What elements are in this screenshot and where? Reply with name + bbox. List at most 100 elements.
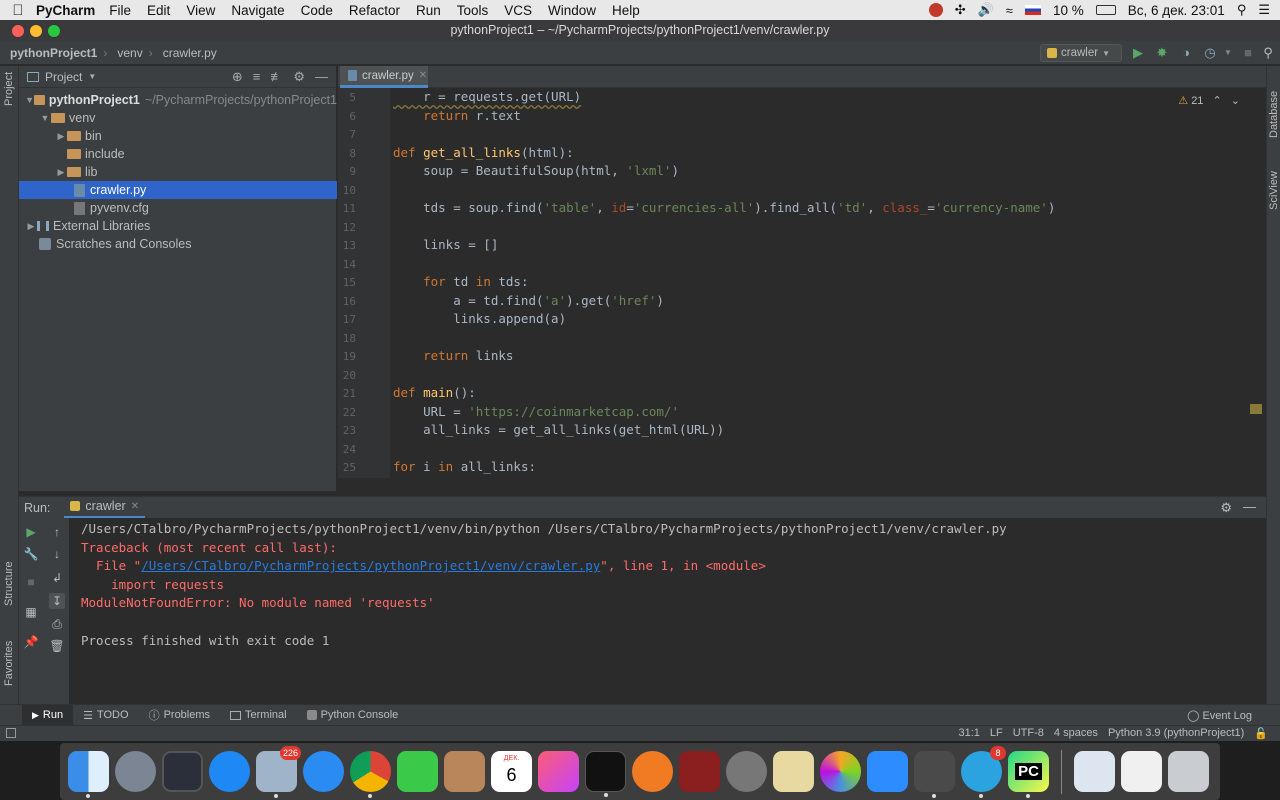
tree-item-scratches[interactable]: Scratches and Consoles xyxy=(19,235,337,253)
downloads-stack-icon[interactable] xyxy=(1121,751,1162,792)
menu-navigate[interactable]: Navigate xyxy=(231,3,284,18)
pycharm-icon[interactable]: PC xyxy=(1008,751,1049,798)
sciview-tool-tab[interactable]: SciView xyxy=(1268,171,1280,210)
facetime-icon[interactable] xyxy=(397,751,438,792)
notification-status-icon[interactable] xyxy=(928,3,943,17)
photo-booth-icon[interactable] xyxy=(679,751,720,792)
menu-code[interactable]: Code xyxy=(301,3,333,18)
editor-scrollbar[interactable] xyxy=(1246,88,1266,478)
run-tab[interactable]: crawler ✕ xyxy=(64,497,146,519)
tree-item-external-libraries[interactable]: ▶ External Libraries xyxy=(19,217,337,235)
window-zoom-button[interactable] xyxy=(48,25,60,37)
app-menu[interactable]: PyCharm xyxy=(36,3,95,18)
tree-item-include[interactable]: include xyxy=(19,145,337,163)
python-interpreter[interactable]: Python 3.9 (pythonProject1) xyxy=(1108,727,1244,740)
contacts-icon[interactable] xyxy=(444,751,485,792)
finder-icon[interactable] xyxy=(68,751,109,798)
close-icon[interactable]: ✕ xyxy=(131,501,139,512)
music-icon[interactable] xyxy=(538,751,579,792)
menu-edit[interactable]: Edit xyxy=(147,3,170,18)
photo-slideshow-icon[interactable] xyxy=(162,751,203,792)
arrow-up-icon[interactable]: ↑ xyxy=(49,524,65,540)
chevron-up-icon[interactable]: ⌃ xyxy=(1213,95,1222,107)
chevron-down-icon[interactable]: ▼ xyxy=(39,113,51,123)
tree-item-pyvenv-cfg[interactable]: pyvenv.cfg xyxy=(19,199,337,217)
trash-icon[interactable] xyxy=(1168,751,1209,792)
notification-center-icon[interactable]: ☰ xyxy=(1258,2,1270,18)
debug-icon[interactable]: ✸ xyxy=(1154,45,1170,61)
calendar-icon[interactable]: ДЕК. 6 xyxy=(491,751,532,792)
apple-menu-icon[interactable]:  xyxy=(0,2,36,19)
code-editor[interactable]: r = requests.get(URL) return r.text def … xyxy=(390,88,1246,478)
menu-file[interactable]: File xyxy=(109,3,131,18)
indent-setting[interactable]: 4 spaces xyxy=(1054,727,1098,740)
tree-item-crawler-py[interactable]: crawler.py xyxy=(19,181,337,199)
input-language-flag-icon[interactable] xyxy=(1024,5,1041,15)
search-everywhere-icon[interactable]: ⚲ xyxy=(1260,45,1276,61)
scroll-to-end-icon[interactable]: ↧ xyxy=(49,593,65,609)
breadcrumb-file[interactable]: crawler.py xyxy=(153,46,223,60)
books-icon[interactable] xyxy=(632,751,673,792)
run-configuration-selector[interactable]: crawler ▼ xyxy=(1040,44,1122,62)
line-separator[interactable]: LF xyxy=(990,727,1003,740)
preview-icon[interactable] xyxy=(773,751,814,792)
wifi-icon[interactable]: ≈ xyxy=(1006,3,1013,18)
safari-icon[interactable] xyxy=(303,751,344,792)
terminal-tool-button[interactable]: Terminal xyxy=(220,705,297,726)
sublime-text-icon[interactable] xyxy=(914,751,955,798)
clock[interactable]: Вс, 6 дек. 23:01 xyxy=(1128,3,1225,18)
menu-tools[interactable]: Tools xyxy=(457,3,489,18)
print-icon[interactable]: ⎙ xyxy=(49,616,65,632)
profile-icon[interactable]: ◷ xyxy=(1202,45,1218,61)
tree-item-project-root[interactable]: ▼ pythonProject1 ~/PycharmProjects/pytho… xyxy=(19,91,337,109)
menu-refactor[interactable]: Refactor xyxy=(349,3,400,18)
locate-file-icon[interactable]: ⊕ xyxy=(232,69,243,85)
problems-tool-button[interactable]: ⓘ Problems xyxy=(139,705,220,726)
pin-icon[interactable]: 📌 xyxy=(23,634,39,650)
run-icon[interactable]: ▶ xyxy=(1130,45,1146,61)
collapse-all-icon[interactable]: ≢ xyxy=(270,69,283,85)
run-tool-button[interactable]: ▶ Run xyxy=(22,704,74,726)
chevron-down-icon[interactable]: ▼ xyxy=(88,72,96,81)
expand-all-icon[interactable]: ≡ xyxy=(253,69,261,85)
stop-icon[interactable]: ■ xyxy=(1240,45,1256,61)
console-file-link[interactable]: /Users/CTalbro/PycharmProjects/pythonPro… xyxy=(141,558,600,573)
telegram-icon[interactable]: 8 xyxy=(961,746,1006,798)
tree-item-lib[interactable]: ▶ lib xyxy=(19,163,337,181)
photos-icon[interactable] xyxy=(820,751,861,792)
terminal-app-icon[interactable] xyxy=(585,751,626,797)
close-icon[interactable]: ✕ xyxy=(419,70,427,81)
trash-icon[interactable]: 🗑 xyxy=(49,638,65,654)
todo-tool-button[interactable]: ☰ TODO xyxy=(73,705,138,726)
lock-icon[interactable]: 🔓 xyxy=(1254,727,1268,740)
python-folder-icon[interactable] xyxy=(1074,751,1115,792)
rerun-icon[interactable]: ▶ xyxy=(23,524,39,540)
more-run-options-icon[interactable]: ▼ xyxy=(1220,45,1236,61)
battery-percent[interactable]: 10 % xyxy=(1053,3,1084,18)
spotlight-search-icon[interactable]: ⚲ xyxy=(1237,2,1247,18)
error-stripe-marker[interactable] xyxy=(1250,404,1262,414)
hide-panel-icon[interactable]: — xyxy=(1243,499,1256,514)
coverage-icon[interactable]: ◑ xyxy=(1178,45,1194,61)
chevron-down-icon[interactable]: ⌄ xyxy=(1231,95,1240,107)
breadcrumb-project[interactable]: pythonProject1 xyxy=(0,46,103,60)
editor-tab-crawler-py[interactable]: crawler.py ✕ xyxy=(340,66,428,88)
chrome-icon[interactable] xyxy=(350,751,391,798)
favorites-tool-tab[interactable]: Favorites xyxy=(3,641,15,686)
run-console[interactable]: /Users/CTalbro/PycharmProjects/pythonPro… xyxy=(69,518,1266,704)
app-store-icon[interactable] xyxy=(209,751,250,792)
arrow-down-icon[interactable]: ↓ xyxy=(49,546,65,562)
hide-panel-icon[interactable]: — xyxy=(315,69,328,85)
tree-item-bin[interactable]: ▶ bin xyxy=(19,127,337,145)
volume-icon[interactable]: 🔊 xyxy=(978,2,994,18)
menu-window[interactable]: Window xyxy=(548,3,596,18)
structure-tool-tab[interactable]: Structure xyxy=(3,561,15,606)
stop-icon[interactable]: ■ xyxy=(23,574,39,590)
menu-run[interactable]: Run xyxy=(416,3,441,18)
system-preferences-icon[interactable] xyxy=(726,751,767,792)
chevron-right-icon[interactable]: ▶ xyxy=(25,221,37,232)
menu-help[interactable]: Help xyxy=(612,3,640,18)
project-tool-tab[interactable]: Project xyxy=(3,72,15,106)
chevron-right-icon[interactable]: ▶ xyxy=(55,131,67,142)
zoom-icon[interactable] xyxy=(867,751,908,792)
